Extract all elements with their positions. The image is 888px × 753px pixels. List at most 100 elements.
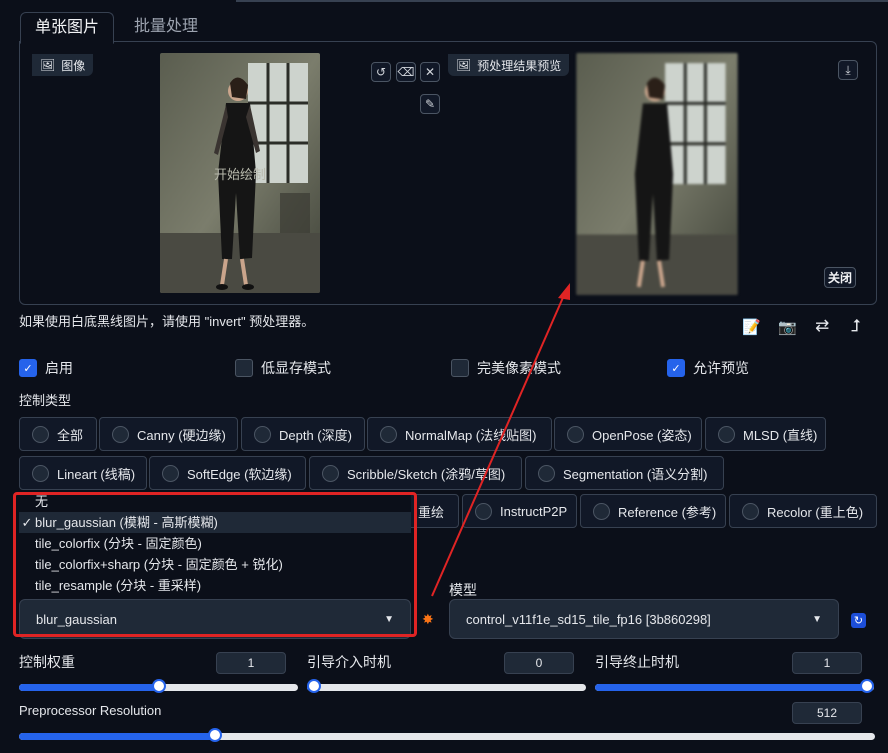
resolution-slider[interactable] bbox=[19, 728, 875, 742]
refresh-icon[interactable]: ↻ bbox=[851, 613, 866, 628]
radio-dot[interactable] bbox=[567, 425, 584, 443]
radio-label: SoftEdge (软边缘) bbox=[187, 466, 292, 482]
control-type-scribble[interactable]: Scribble/Sketch (涂鸦/草图) bbox=[309, 456, 522, 490]
end-label: 引导终止时机 bbox=[595, 654, 679, 670]
send-icon[interactable]: ⮥ bbox=[851, 316, 861, 336]
slider-track bbox=[19, 679, 298, 693]
weight-input[interactable]: 1 bbox=[216, 652, 286, 674]
control-type-mlsd[interactable]: MLSD (直线) bbox=[705, 417, 826, 451]
checkbox-box[interactable] bbox=[451, 359, 469, 377]
close-preview-button[interactable]: 关闭 bbox=[824, 267, 857, 288]
download-icon[interactable]: ⤓ bbox=[838, 60, 858, 80]
allow-preview-label: 允许预览 bbox=[693, 360, 749, 376]
control-type-depth[interactable]: Depth (深度) bbox=[241, 417, 365, 451]
radio-dot[interactable] bbox=[112, 425, 129, 443]
brush-icon[interactable]: ✎ bbox=[420, 94, 440, 114]
pixel-perfect-checkbox[interactable]: 完美像素模式 bbox=[451, 358, 561, 378]
preprocessor-dropdown-list: 无 ✓ blur_gaussian (模糊 - 高斯模糊) tile_colorf… bbox=[19, 491, 411, 599]
control-type-softedge[interactable]: SoftEdge (软边缘) bbox=[149, 456, 306, 490]
model-select[interactable]: control_v11f1e_sd15_tile_fp16 [3b860298]… bbox=[449, 599, 839, 639]
control-type-openpose[interactable]: OpenPose (姿态) bbox=[554, 417, 702, 451]
enable-checkbox[interactable]: ✓ 启用 bbox=[19, 358, 73, 378]
slider-fill bbox=[595, 684, 867, 691]
control-type-reference[interactable]: Reference (参考) bbox=[580, 494, 726, 528]
tab-batch[interactable]: 批量处理 bbox=[120, 12, 212, 42]
radio-dot[interactable] bbox=[718, 425, 735, 443]
preprocessor-option[interactable]: tile_resample (分块 - 重采样) bbox=[19, 575, 411, 596]
control-type-segmentation[interactable]: Segmentation (语义分割) bbox=[525, 456, 724, 490]
radio-label: 重绘 bbox=[418, 504, 445, 520]
start-input[interactable]: 0 bbox=[504, 652, 574, 674]
dropdown-arrow-icon: ▼ bbox=[384, 613, 394, 625]
slider-track bbox=[19, 728, 875, 742]
preprocessor-option-selected[interactable]: ✓ blur_gaussian (模糊 - 高斯模糊) bbox=[19, 512, 411, 533]
slider-knob[interactable] bbox=[152, 679, 166, 693]
preprocessor-option[interactable]: tile_colorfix+sharp (分块 - 固定颜色 + 锐化) bbox=[19, 554, 411, 575]
run-preprocessor-icon[interactable]: ✸ bbox=[422, 611, 434, 628]
image-panel: 🖼 图像 开始绘制 ↺ ⌫ ✕ ✎ 🖼 预处理结果预览 ⤓ 关闭 bbox=[19, 41, 877, 305]
preview-image bbox=[576, 53, 738, 295]
radio-dot[interactable] bbox=[322, 464, 339, 482]
checkbox-box[interactable]: ✓ bbox=[19, 359, 37, 377]
radio-label: Canny (硬边缘) bbox=[137, 427, 226, 443]
radio-dot[interactable] bbox=[32, 464, 49, 482]
radio-dot[interactable] bbox=[254, 425, 271, 443]
undo-icon[interactable]: ↺ bbox=[371, 62, 391, 82]
radio-dot[interactable] bbox=[32, 425, 49, 443]
preprocessor-option[interactable]: 无 bbox=[19, 491, 411, 512]
resolution-label: Preprocessor Resolution bbox=[19, 703, 162, 718]
preprocessor-value: blur_gaussian bbox=[36, 611, 117, 627]
pixel-perfect-label: 完美像素模式 bbox=[477, 360, 561, 376]
lowvram-checkbox[interactable]: 低显存模式 bbox=[235, 358, 331, 378]
radio-dot[interactable] bbox=[475, 502, 492, 520]
control-type-recolor[interactable]: Recolor (重上色) bbox=[729, 494, 877, 528]
radio-dot[interactable] bbox=[593, 502, 610, 520]
checkbox-box[interactable] bbox=[235, 359, 253, 377]
preprocessor-option-label: blur_gaussian (模糊 - 高斯模糊) bbox=[35, 515, 218, 530]
control-type-instructp2p[interactable]: InstructP2P bbox=[462, 494, 577, 528]
control-type-title: 控制类型 bbox=[19, 393, 72, 408]
close-icon[interactable]: ✕ bbox=[420, 62, 440, 82]
weight-slider[interactable] bbox=[19, 679, 298, 693]
end-input[interactable]: 1 bbox=[792, 652, 862, 674]
control-type-inpaint[interactable]: 重绘 bbox=[405, 494, 459, 528]
slider-knob[interactable] bbox=[307, 679, 321, 693]
camera-icon[interactable]: 📷 bbox=[778, 318, 797, 336]
control-type-normalmap[interactable]: NormalMap (法线贴图) bbox=[367, 417, 552, 451]
slider-fill bbox=[19, 733, 215, 740]
slider-knob[interactable] bbox=[208, 728, 222, 742]
image-icon: 🖼 bbox=[40, 58, 56, 72]
preprocessor-option[interactable]: tile_colorfix (分块 - 固定颜色) bbox=[19, 533, 411, 554]
weight-label: 控制权重 bbox=[19, 654, 75, 670]
control-type-canny[interactable]: Canny (硬边缘) bbox=[99, 417, 238, 451]
eraser-icon[interactable]: ⌫ bbox=[396, 62, 416, 82]
model-value: control_v11f1e_sd15_tile_fp16 [3b860298] bbox=[466, 611, 711, 627]
preview-label-text: 预处理结果预览 bbox=[477, 58, 562, 73]
invert-hint: 如果使用白底黑线图片，请使用 "invert" 预处理器。 bbox=[19, 314, 315, 329]
radio-dot[interactable] bbox=[538, 464, 555, 482]
radio-dot[interactable] bbox=[162, 464, 179, 482]
start-slider[interactable] bbox=[307, 679, 586, 693]
end-slider[interactable] bbox=[595, 679, 874, 693]
radio-label: OpenPose (姿态) bbox=[592, 427, 692, 443]
resolution-input[interactable]: 512 bbox=[792, 702, 862, 724]
allow-preview-checkbox[interactable]: ✓ 允许预览 bbox=[667, 358, 749, 378]
swap-icon[interactable]: ⇄ bbox=[815, 316, 829, 336]
dropdown-arrow-icon: ▼ bbox=[812, 613, 822, 625]
start-drawing-overlay: 开始绘制 bbox=[214, 167, 267, 182]
edit-icon[interactable]: 📝 bbox=[742, 318, 761, 336]
control-type-all[interactable]: 全部 bbox=[19, 417, 97, 451]
lowvram-label: 低显存模式 bbox=[261, 360, 331, 376]
slider-knob[interactable] bbox=[860, 679, 874, 693]
control-type-lineart[interactable]: Lineart (线稿) bbox=[19, 456, 147, 490]
input-image-label-text: 图像 bbox=[61, 58, 86, 73]
radio-label: Depth (深度) bbox=[279, 427, 352, 443]
tab-single-image[interactable]: 单张图片 bbox=[20, 12, 115, 44]
checkbox-box[interactable]: ✓ bbox=[667, 359, 685, 377]
radio-label: Reference (参考) bbox=[618, 504, 717, 520]
radio-dot[interactable] bbox=[380, 425, 397, 443]
slider-fill bbox=[19, 684, 159, 691]
radio-dot[interactable] bbox=[742, 502, 759, 520]
preprocessor-select[interactable]: blur_gaussian ▼ bbox=[19, 599, 411, 639]
radio-label: Recolor (重上色) bbox=[767, 504, 864, 520]
